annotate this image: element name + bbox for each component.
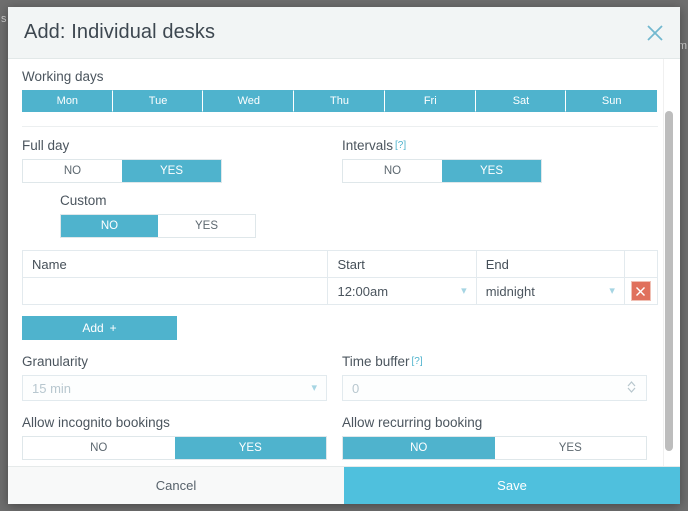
intervals-field: Intervals [?] NO YES [342, 138, 652, 183]
recurring-label: Allow recurring booking [342, 415, 483, 430]
granularity-label: Granularity [22, 354, 89, 369]
incognito-toggle: NO YES [22, 436, 327, 460]
background-text-left: s [1, 13, 7, 25]
custom-no-option[interactable]: NO [61, 215, 158, 237]
day-button-fri[interactable]: Fri [384, 90, 476, 112]
intervals-table: Name Start End 12:00am ▾ midnight ▾ [21, 250, 659, 305]
column-header-end: End [475, 250, 625, 278]
time-buffer-stepper[interactable]: 0 [342, 375, 647, 401]
recurring-toggle: NO YES [342, 436, 647, 460]
page-title: Add: Individual desks [24, 21, 216, 43]
add-interval-button[interactable]: Add + [22, 316, 177, 340]
recurring-yes-option[interactable]: YES [494, 437, 646, 459]
table-row: 12:00am ▾ midnight ▾ [21, 277, 659, 305]
interval-start-value: 12:00am [337, 283, 389, 299]
interval-start-select[interactable]: 12:00am ▾ [327, 277, 477, 305]
custom-field: Custom NO YES [60, 193, 654, 238]
recurring-no-option[interactable]: NO [343, 437, 495, 459]
time-buffer-value: 0 [352, 380, 360, 396]
granularity-select[interactable]: 15 min ▾ [22, 375, 327, 401]
incognito-field: Allow incognito bookings NO YES [22, 415, 342, 460]
granularity-value: 15 min [32, 380, 72, 396]
intervals-label-text: Intervals [342, 138, 394, 153]
interval-actions-cell [623, 277, 659, 305]
column-header-start: Start [327, 250, 477, 278]
full-day-toggle: NO YES [22, 159, 222, 183]
custom-toggle: NO YES [60, 214, 256, 238]
delete-interval-button[interactable] [630, 281, 651, 301]
intervals-toggle: NO YES [342, 159, 542, 183]
full-day-field: Full day NO YES [22, 138, 342, 183]
scrollbar-thumb[interactable] [665, 111, 673, 451]
chevron-down-icon: ▾ [461, 284, 467, 297]
incognito-label: Allow incognito bookings [22, 415, 170, 430]
chevron-down-icon: ▾ [311, 381, 317, 394]
add-interval-label: Add [82, 321, 104, 335]
working-days-label: Working days [22, 69, 104, 84]
column-header-actions [623, 250, 659, 278]
granularity-field: Granularity 15 min ▾ [22, 354, 342, 401]
close-icon[interactable] [642, 20, 668, 46]
dialog-body: Working days Mon Tue Wed Thu Fri Sat Sun… [8, 59, 680, 466]
incognito-yes-option[interactable]: YES [174, 437, 326, 459]
recurring-field: Allow recurring booking NO YES [342, 415, 652, 460]
time-buffer-help-icon[interactable]: [?] [412, 356, 423, 367]
interval-name-input[interactable] [21, 277, 329, 305]
intervals-label: Intervals [?] [342, 138, 652, 154]
save-button[interactable]: Save [344, 467, 680, 504]
day-button-mon[interactable]: Mon [22, 90, 113, 112]
time-buffer-label-text: Time buffer [342, 354, 410, 369]
add-individual-desks-dialog: Add: Individual desks Working days Mon T… [8, 7, 680, 504]
full-day-no-option[interactable]: NO [23, 160, 122, 182]
day-button-wed[interactable]: Wed [203, 90, 295, 112]
working-days-selector: Mon Tue Wed Thu Fri Sat Sun [22, 90, 658, 112]
plus-icon: + [109, 321, 117, 335]
custom-label: Custom [60, 193, 107, 208]
day-button-thu[interactable]: Thu [294, 90, 385, 112]
day-button-tue[interactable]: Tue [112, 90, 204, 112]
incognito-no-option[interactable]: NO [23, 437, 175, 459]
custom-yes-option[interactable]: YES [158, 215, 255, 237]
full-day-yes-option[interactable]: YES [122, 160, 221, 182]
full-day-label: Full day [22, 138, 70, 153]
table-header-row: Name Start End [21, 250, 659, 278]
interval-end-value: midnight [485, 283, 535, 299]
interval-end-select[interactable]: midnight ▾ [475, 277, 625, 305]
day-button-sun[interactable]: Sun [566, 90, 658, 112]
cancel-button[interactable]: Cancel [8, 467, 344, 504]
chevron-down-icon: ▾ [609, 284, 615, 297]
time-buffer-label: Time buffer [?] [342, 354, 652, 370]
intervals-no-option[interactable]: NO [343, 160, 442, 182]
time-buffer-field: Time buffer [?] 0 [342, 354, 652, 401]
dialog-footer: Cancel Save [8, 466, 680, 504]
stepper-icon[interactable] [626, 380, 637, 397]
intervals-yes-option[interactable]: YES [442, 160, 541, 182]
column-header-name: Name [21, 250, 329, 278]
section-divider [22, 126, 658, 127]
intervals-help-icon[interactable]: [?] [395, 140, 406, 151]
dialog-header: Add: Individual desks [8, 7, 680, 59]
day-button-sat[interactable]: Sat [475, 90, 567, 112]
